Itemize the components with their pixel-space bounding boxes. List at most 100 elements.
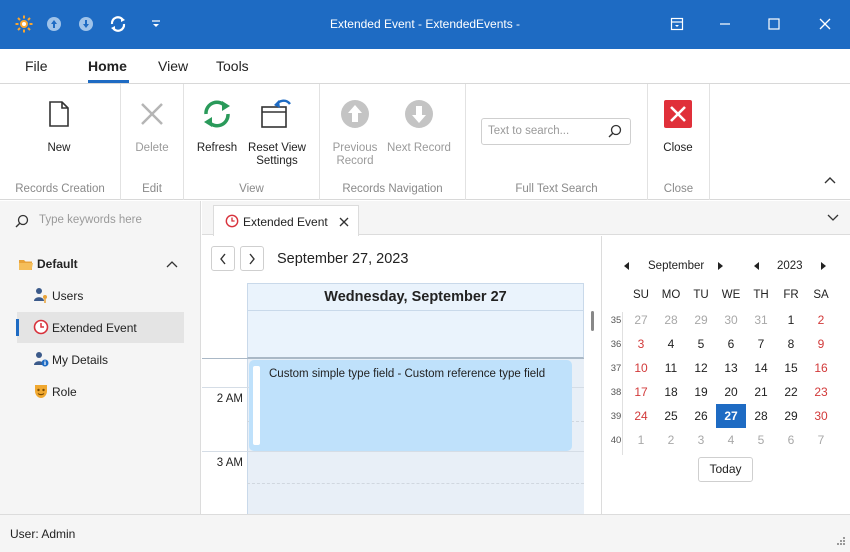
calendar-day[interactable]: 12 [686, 356, 716, 380]
calendar-day[interactable]: 23 [806, 380, 836, 404]
prev-year-icon[interactable] [753, 262, 761, 270]
calendar-day[interactable]: 14 [746, 356, 776, 380]
nav-item-my-details[interactable]: My Details [17, 344, 184, 375]
calendar-day[interactable]: 10 [626, 356, 656, 380]
calendar-day-other-month[interactable]: 30 [716, 308, 746, 332]
delete-x-icon [132, 96, 172, 132]
previous-record-button[interactable]: Previous Record [332, 96, 378, 168]
nav-item-label: Extended Event [52, 321, 137, 335]
calendar-day-other-month[interactable]: 5 [746, 428, 776, 452]
nav-item-users[interactable]: Users [17, 280, 184, 311]
scrollbar[interactable] [591, 311, 594, 331]
day-header[interactable]: Wednesday, September 27 [247, 283, 584, 310]
calendar-day[interactable]: 17 [626, 380, 656, 404]
next-record-button[interactable]: Next Record [386, 96, 452, 155]
calendar-day[interactable]: 25 [656, 404, 686, 428]
reset-view-label: Reset View Settings [248, 142, 306, 167]
tab-home[interactable]: Home [88, 58, 127, 74]
chevron-up-icon[interactable] [165, 259, 179, 269]
close-icon[interactable] [339, 217, 349, 227]
nav-search-placeholder: Type keywords here [39, 214, 142, 226]
calendar-day[interactable]: 16 [806, 356, 836, 380]
next-year-icon[interactable] [819, 262, 827, 270]
calendar-day[interactable]: 20 [716, 380, 746, 404]
new-button[interactable]: New [39, 96, 79, 155]
search-icon[interactable] [608, 124, 622, 141]
calendar-day[interactable]: 2 [806, 308, 836, 332]
group-label: Records Creation [15, 183, 105, 195]
calendar-day[interactable]: 13 [716, 356, 746, 380]
calendar-day[interactable]: 9 [806, 332, 836, 356]
calendar-year[interactable]: 2023 [777, 260, 803, 272]
calendar-day[interactable]: 7 [746, 332, 776, 356]
close-button[interactable]: Close [658, 96, 698, 155]
new-label: New [47, 142, 71, 154]
status-bar: User: Admin [0, 514, 850, 552]
nav-group-default[interactable]: Default [16, 255, 184, 275]
calendar-day-other-month[interactable]: 31 [746, 308, 776, 332]
group-label: Edit [142, 183, 162, 195]
resize-grip-icon[interactable] [836, 536, 846, 546]
calendar-day-other-month[interactable]: 2 [656, 428, 686, 452]
calendar-month[interactable]: September [648, 260, 704, 272]
calendar-day[interactable]: 30 [806, 404, 836, 428]
weekday-label: MO [661, 289, 681, 301]
nav-item-role[interactable]: Role [17, 376, 184, 407]
calendar-day-other-month[interactable]: 27 [626, 308, 656, 332]
maximize-button[interactable] [761, 12, 787, 36]
calendar-day[interactable]: 3 [626, 332, 656, 356]
reset-view-settings-button[interactable]: Reset View Settings [246, 96, 308, 168]
doc-tab-extended-event[interactable]: Extended Event [213, 205, 359, 236]
today-button[interactable]: Today [698, 457, 753, 482]
nav-item-label: Role [52, 385, 77, 399]
calendar-day[interactable]: 4 [656, 332, 686, 356]
calendar-day[interactable]: 5 [686, 332, 716, 356]
calendar-day-other-month[interactable]: 6 [776, 428, 806, 452]
calendar-day-other-month[interactable]: 1 [626, 428, 656, 452]
nav-item-extended-event[interactable]: Extended Event [16, 312, 184, 343]
next-month-icon[interactable] [716, 262, 724, 270]
calendar-day[interactable]: 11 [656, 356, 686, 380]
calendar-day[interactable]: 8 [776, 332, 806, 356]
calendar-day[interactable]: 24 [626, 404, 656, 428]
menu-tabs: File Home View Tools [0, 49, 850, 84]
close-window-button[interactable] [812, 12, 838, 36]
calendar-day[interactable]: 21 [746, 380, 776, 404]
ribbon-options-icon[interactable] [664, 12, 690, 36]
calendar-day[interactable]: 15 [776, 356, 806, 380]
calendar-day-other-month[interactable]: 7 [806, 428, 836, 452]
calendar-day[interactable]: 27 [716, 404, 746, 428]
all-day-area[interactable] [247, 310, 584, 358]
calendar-day[interactable]: 6 [716, 332, 746, 356]
chevron-down-icon[interactable] [827, 213, 839, 221]
calendar-day[interactable]: 29 [776, 404, 806, 428]
calendar-day-other-month[interactable]: 4 [716, 428, 746, 452]
calendar-day[interactable]: 18 [656, 380, 686, 404]
half-hour-line [247, 483, 584, 484]
next-date-button[interactable] [240, 246, 264, 271]
tab-file[interactable]: File [25, 58, 48, 74]
prev-month-icon[interactable] [623, 262, 631, 270]
calendar-day[interactable]: 22 [776, 380, 806, 404]
calendar-day[interactable]: 19 [686, 380, 716, 404]
refresh-button[interactable]: Refresh [196, 96, 238, 155]
tab-tools[interactable]: Tools [216, 58, 249, 74]
appointment[interactable]: Custom simple type field - Custom refere… [249, 360, 572, 451]
delete-button[interactable]: Delete [132, 96, 172, 155]
calendar-day-other-month[interactable]: 29 [686, 308, 716, 332]
week-number: 38 [610, 387, 622, 398]
nav-search-input[interactable]: Type keywords here [12, 211, 192, 231]
calendar-day-other-month[interactable]: 3 [686, 428, 716, 452]
full-text-search-input[interactable]: Text to search... [481, 118, 631, 145]
appointment-subject: Custom simple type field - Custom refere… [269, 368, 546, 380]
weekday-label: SA [813, 289, 829, 301]
prev-date-button[interactable] [211, 246, 235, 271]
title-bar: Extended Event - ExtendedEvents - [0, 0, 850, 49]
calendar-day[interactable]: 28 [746, 404, 776, 428]
calendar-day[interactable]: 26 [686, 404, 716, 428]
tab-view[interactable]: View [158, 58, 188, 74]
calendar-day-other-month[interactable]: 28 [656, 308, 686, 332]
minimize-button[interactable] [712, 12, 738, 36]
collapse-ribbon-icon[interactable] [823, 174, 837, 188]
calendar-day[interactable]: 1 [776, 308, 806, 332]
